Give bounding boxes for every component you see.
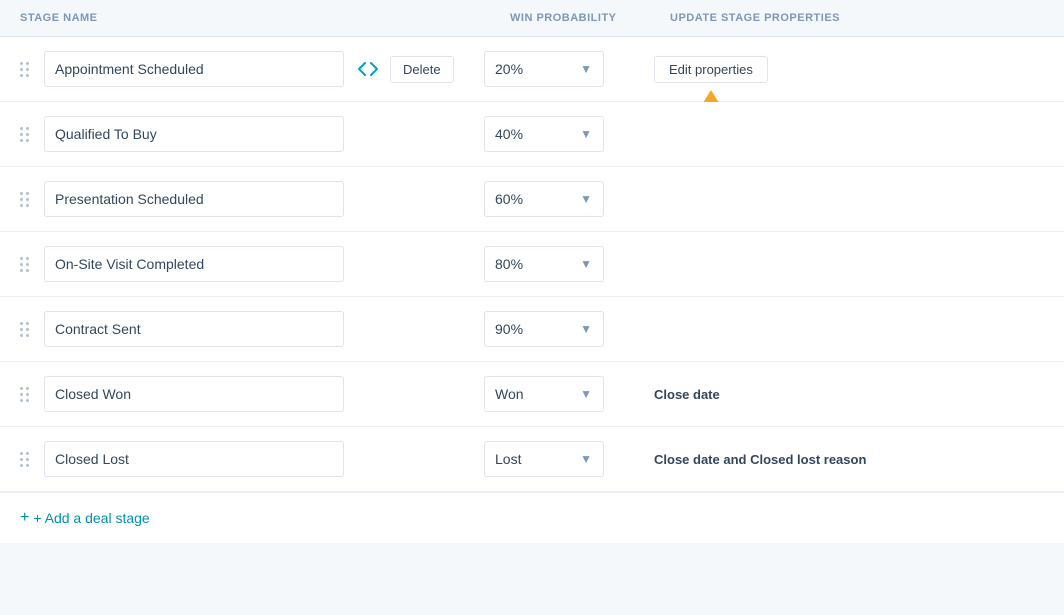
- code-button-appointment-scheduled[interactable]: [354, 58, 382, 80]
- update-text-closed-won: Close date: [654, 387, 720, 402]
- stage-name-input-closed-won[interactable]: [44, 376, 344, 412]
- prob-select-closed-won[interactable]: 0%10%20%30%40%50%60%70%80%90%100%WonLost: [484, 376, 604, 412]
- add-stage-row: + + Add a deal stage: [0, 492, 1064, 543]
- stage-name-input-qualified-to-buy[interactable]: [44, 116, 344, 152]
- stage-row-qualified-to-buy: 0%10%20%30%40%50%60%70%80%90%100%WonLost…: [0, 102, 1064, 167]
- prob-select-wrap-on-site-visit: 0%10%20%30%40%50%60%70%80%90%100%WonLost…: [484, 246, 614, 282]
- edit-props-wrap: Edit properties: [654, 56, 768, 83]
- stage-name-input-appointment-scheduled[interactable]: [44, 51, 344, 87]
- stage-name-input-presentation-scheduled[interactable]: [44, 181, 344, 217]
- prob-select-qualified-to-buy[interactable]: 0%10%20%30%40%50%60%70%80%90%100%WonLost: [484, 116, 604, 152]
- win-prob-header: WIN PROBABILITY: [510, 12, 670, 24]
- stage-row-on-site-visit: 0%10%20%30%40%50%60%70%80%90%100%WonLost…: [0, 232, 1064, 297]
- plus-icon: +: [20, 509, 29, 527]
- drag-handle[interactable]: [20, 452, 36, 467]
- stage-name-input-closed-lost[interactable]: [44, 441, 344, 477]
- update-col-closed-lost: Close date and Closed lost reason: [614, 452, 1044, 467]
- drag-handle[interactable]: [20, 192, 36, 207]
- drag-handle[interactable]: [20, 62, 36, 77]
- prob-select-wrap-qualified-to-buy: 0%10%20%30%40%50%60%70%80%90%100%WonLost…: [484, 116, 614, 152]
- prob-select-closed-lost[interactable]: 0%10%20%30%40%50%60%70%80%90%100%WonLost: [484, 441, 604, 477]
- update-col-appointment-scheduled: Edit properties: [614, 56, 1044, 83]
- stage-name-header: STAGE NAME: [20, 12, 390, 24]
- prob-select-appointment-scheduled[interactable]: 0%10%20%30%40%50%60%70%80%90%100%WonLost: [484, 51, 604, 87]
- stage-row-appointment-scheduled: Delete 0%10%20%30%40%50%60%70%80%90%100%…: [0, 37, 1064, 102]
- stage-row-closed-lost: 0%10%20%30%40%50%60%70%80%90%100%WonLost…: [0, 427, 1064, 492]
- drag-handle[interactable]: [20, 257, 36, 272]
- prob-select-on-site-visit[interactable]: 0%10%20%30%40%50%60%70%80%90%100%WonLost: [484, 246, 604, 282]
- prob-select-contract-sent[interactable]: 0%10%20%30%40%50%60%70%80%90%100%WonLost: [484, 311, 604, 347]
- stage-row-presentation-scheduled: 0%10%20%30%40%50%60%70%80%90%100%WonLost…: [0, 167, 1064, 232]
- update-stage-header: UPDATE STAGE PROPERTIES: [670, 12, 1044, 24]
- prob-select-wrap-closed-lost: 0%10%20%30%40%50%60%70%80%90%100%WonLost…: [484, 441, 614, 477]
- add-stage-label: + Add a deal stage: [33, 510, 149, 526]
- update-col-closed-won: Close date: [614, 387, 1044, 402]
- stage-name-input-on-site-visit[interactable]: [44, 246, 344, 282]
- drag-handle[interactable]: [20, 322, 36, 337]
- drag-handle[interactable]: [20, 127, 36, 142]
- prob-select-presentation-scheduled[interactable]: 0%10%20%30%40%50%60%70%80%90%100%WonLost: [484, 181, 604, 217]
- stage-row-contract-sent: 0%10%20%30%40%50%60%70%80%90%100%WonLost…: [0, 297, 1064, 362]
- stage-name-input-contract-sent[interactable]: [44, 311, 344, 347]
- stage-row-closed-won: 0%10%20%30%40%50%60%70%80%90%100%WonLost…: [0, 362, 1064, 427]
- add-deal-stage-button[interactable]: + + Add a deal stage: [20, 509, 150, 527]
- prob-select-wrap-contract-sent: 0%10%20%30%40%50%60%70%80%90%100%WonLost…: [484, 311, 614, 347]
- drag-handle[interactable]: [20, 387, 36, 402]
- update-text-closed-lost: Close date and Closed lost reason: [654, 452, 866, 467]
- prob-select-wrap-presentation-scheduled: 0%10%20%30%40%50%60%70%80%90%100%WonLost…: [484, 181, 614, 217]
- stage-rows: Delete 0%10%20%30%40%50%60%70%80%90%100%…: [0, 37, 1064, 492]
- row-actions-appointment-scheduled: Delete: [344, 56, 464, 83]
- table-header: STAGE NAME WIN PROBABILITY UPDATE STAGE …: [0, 0, 1064, 37]
- edit-properties-button[interactable]: Edit properties: [654, 56, 768, 83]
- prob-select-wrap-appointment-scheduled: 0%10%20%30%40%50%60%70%80%90%100%WonLost…: [484, 51, 614, 87]
- delete-button-appointment-scheduled[interactable]: Delete: [390, 56, 454, 83]
- pipeline-stages-container: STAGE NAME WIN PROBABILITY UPDATE STAGE …: [0, 0, 1064, 615]
- prob-select-wrap-closed-won: 0%10%20%30%40%50%60%70%80%90%100%WonLost…: [484, 376, 614, 412]
